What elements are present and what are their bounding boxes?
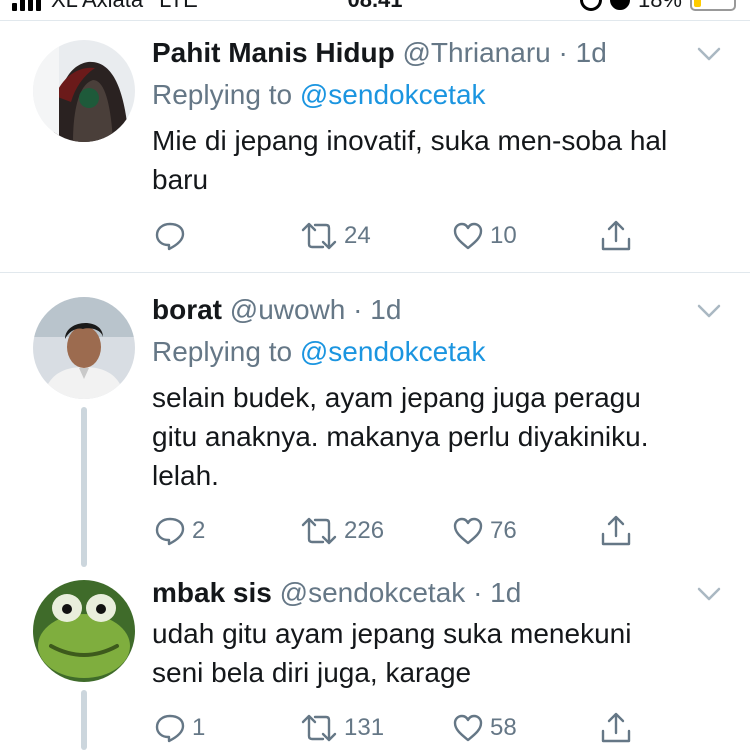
display-name[interactable]: borat — [152, 294, 222, 325]
timestamp[interactable]: 1d — [490, 577, 521, 608]
mention-link[interactable]: @sendokcetak — [300, 336, 486, 367]
tweet-header: Pahit Manis Hidup @Thrianaru · 1d — [152, 36, 607, 70]
tweet-text-line: seni bela diri juga, karage — [152, 657, 472, 688]
retweet-button[interactable]: 226 — [300, 513, 384, 549]
reply-icon — [155, 517, 185, 546]
reply-count: 2 — [192, 517, 206, 544]
share-button[interactable] — [600, 710, 632, 746]
status-bar: XL Axiata LTE 08.41 18% — [0, 0, 750, 14]
tweet-text-line: gitu anaknya. makanya perlu diyakiniku. — [152, 421, 649, 452]
tweet-divider — [0, 272, 750, 273]
reply-count: 1 — [192, 714, 206, 741]
tweet-header: mbak sis @sendokcetak · 1d — [152, 576, 521, 610]
reply-button[interactable] — [154, 218, 192, 254]
green-frog-avatar[interactable] — [33, 580, 135, 682]
display-name[interactable]: mbak sis — [152, 577, 272, 608]
status-divider — [0, 20, 750, 21]
retweet-count: 131 — [344, 714, 385, 741]
mention-link[interactable]: @sendokcetak — [300, 79, 486, 110]
like-button[interactable]: 76 — [452, 513, 517, 549]
reply-button[interactable]: 1 — [154, 710, 205, 746]
tweet-header: borat @uwowh · 1d — [152, 293, 401, 327]
orientation-lock-icon — [579, 0, 602, 11]
replying-prefix: Replying to — [152, 79, 293, 110]
replying-to: Replying to @sendokcetak — [152, 78, 486, 112]
battery-percent: 18% — [638, 0, 682, 14]
username[interactable]: @uwowh — [230, 294, 346, 325]
separator: · — [353, 294, 363, 325]
thread-line — [81, 690, 87, 750]
young-man-avatar[interactable] — [33, 297, 135, 399]
tweet-text-line: udah gitu ayam jepang suka menekuni — [152, 618, 632, 649]
retweet-button[interactable]: 24 — [300, 218, 371, 254]
separator: · — [558, 37, 568, 68]
heart-icon — [453, 517, 483, 545]
retweet-button[interactable]: 131 — [300, 710, 384, 746]
tweet-text-line: lelah. — [152, 460, 219, 491]
retweet-icon — [301, 714, 337, 742]
share-icon — [601, 515, 631, 546]
reply-button[interactable]: 2 — [154, 513, 205, 549]
tweet-text-line: selain budek, ayam jepang juga peragu — [152, 382, 641, 413]
chevron-down-icon[interactable] — [696, 44, 722, 64]
thread-line — [81, 407, 87, 567]
timestamp[interactable]: 1d — [370, 294, 401, 325]
tweet-text: selain budek, ayam jepang juga peragu gi… — [152, 378, 732, 495]
reply-icon — [155, 714, 185, 743]
username[interactable]: @Thrianaru — [402, 37, 550, 68]
like-count: 58 — [490, 714, 517, 741]
retweet-icon — [301, 517, 337, 545]
chevron-down-icon[interactable] — [696, 584, 722, 604]
heart-icon — [453, 714, 483, 742]
like-button[interactable]: 10 — [452, 218, 517, 254]
tweet-text: udah gitu ayam jepang suka menekuni seni… — [152, 614, 732, 692]
timestamp[interactable]: 1d — [576, 37, 607, 68]
share-button[interactable] — [600, 513, 632, 549]
display-name[interactable]: Pahit Manis Hidup — [152, 37, 395, 68]
chevron-down-icon[interactable] — [696, 301, 722, 321]
replying-prefix: Replying to — [152, 336, 293, 367]
battery-icon — [690, 0, 736, 11]
username[interactable]: @sendokcetak — [280, 577, 466, 608]
tweet-text-line: baru — [152, 164, 209, 195]
replying-to: Replying to @sendokcetak — [152, 335, 486, 369]
like-count: 10 — [490, 222, 517, 249]
separator: · — [473, 577, 483, 608]
retweet-count: 226 — [344, 517, 385, 544]
like-count: 76 — [490, 517, 517, 544]
alarm-icon — [609, 0, 630, 10]
share-icon — [601, 712, 631, 743]
retweet-icon — [301, 222, 337, 250]
reply-icon — [155, 222, 185, 251]
tweet-text: Mie di jepang inovatif, suka men-soba ha… — [152, 121, 732, 199]
like-button[interactable]: 58 — [452, 710, 517, 746]
heart-icon — [453, 222, 483, 250]
share-button[interactable] — [600, 218, 632, 254]
share-icon — [601, 220, 631, 251]
retweet-count: 24 — [344, 222, 371, 249]
hooded-person-avatar[interactable] — [33, 40, 135, 142]
tweet-text-line: Mie di jepang inovatif, suka men-soba ha… — [152, 125, 668, 156]
